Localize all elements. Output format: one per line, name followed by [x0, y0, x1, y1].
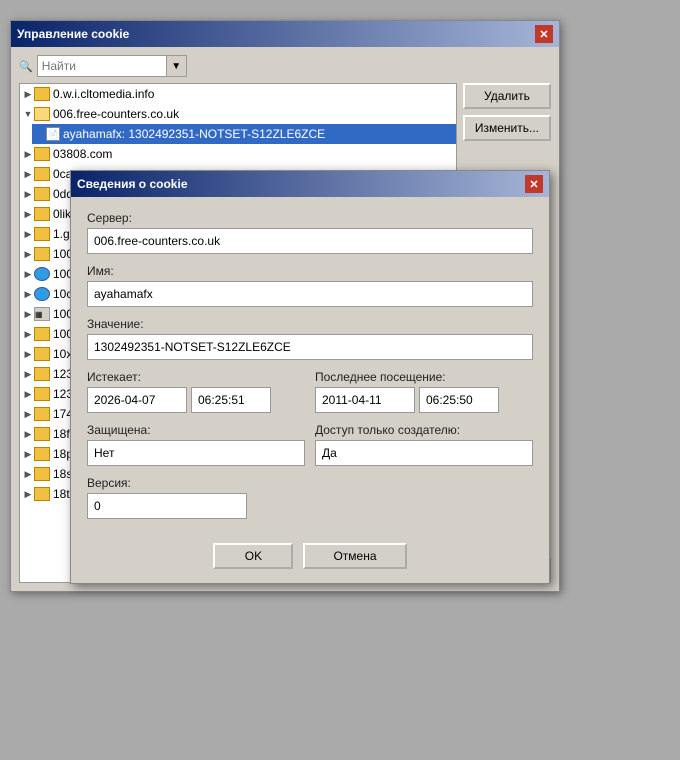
- expand-arrow: ▶: [22, 389, 34, 400]
- tree-item-label: 18f: [53, 427, 70, 441]
- folder-open-icon: [34, 107, 50, 121]
- main-close-button[interactable]: ✕: [535, 25, 553, 43]
- value-input[interactable]: [87, 334, 533, 360]
- tree-item-label: 18t: [53, 487, 70, 501]
- lastvisit-label: Последнее посещение:: [315, 370, 533, 384]
- folder-icon: [34, 327, 50, 341]
- expand-arrow: ▶: [22, 149, 34, 160]
- sub-title-bar: Сведения о cookie ✕: [71, 171, 549, 197]
- expand-arrow: ▼: [22, 109, 34, 119]
- expand-arrow: ▶: [22, 89, 34, 100]
- sub-dialog: Сведения о cookie ✕ Сервер: Имя: Значени…: [70, 170, 550, 584]
- folder-icon: [34, 407, 50, 421]
- tree-item[interactable]: ▶ 0.w.i.cltomedia.info: [20, 84, 456, 104]
- expand-arrow: ▶: [22, 269, 34, 280]
- lastvisit-time-input[interactable]: [419, 387, 499, 413]
- folder-icon: [34, 87, 50, 101]
- folder-icon: [34, 187, 50, 201]
- tree-item-label: ayahamafx: 1302492351-NOTSET-S12ZLE6ZCE: [63, 127, 325, 141]
- folder-icon: [34, 467, 50, 481]
- protected-input[interactable]: [87, 440, 305, 466]
- expand-arrow: ▶: [22, 309, 34, 320]
- expand-arrow: ▶: [22, 469, 34, 480]
- folder-icon: [34, 367, 50, 381]
- tree-item[interactable]: ▼ 006.free-counters.co.uk: [20, 104, 456, 124]
- expand-arrow: ▶: [22, 189, 34, 200]
- expand-arrow: ▶: [22, 249, 34, 260]
- value-label: Значение:: [87, 317, 533, 331]
- expand-arrow: ▶: [22, 349, 34, 360]
- protected-creator-row: Защищена: Доступ только создателю:: [87, 423, 533, 466]
- expires-label: Истекает:: [87, 370, 305, 384]
- globe-icon: 🌐: [34, 287, 50, 301]
- expires-date-input[interactable]: [87, 387, 187, 413]
- version-field-group: Версия:: [87, 476, 533, 519]
- folder-icon: [34, 447, 50, 461]
- folder-icon: [34, 387, 50, 401]
- folder-icon: [34, 147, 50, 161]
- name-input[interactable]: [87, 281, 533, 307]
- server-field-group: Сервер:: [87, 211, 533, 254]
- sub-dialog-title: Сведения о cookie: [77, 177, 188, 191]
- expand-arrow: ▶: [22, 229, 34, 240]
- expires-group: Истекает:: [87, 370, 305, 413]
- tree-item[interactable]: ▶ 03808.com: [20, 144, 456, 164]
- name-field-group: Имя:: [87, 264, 533, 307]
- folder-icon: [34, 207, 50, 221]
- expand-arrow: ▶: [22, 429, 34, 440]
- lastvisit-group: Последнее посещение:: [315, 370, 533, 413]
- search-input[interactable]: [37, 55, 167, 77]
- creator-only-input[interactable]: [315, 440, 533, 466]
- edit-button[interactable]: Изменить...: [463, 115, 551, 141]
- creator-only-group: Доступ только создателю:: [315, 423, 533, 466]
- sub-dialog-content: Сервер: Имя: Значение: Истекает: Последн…: [71, 197, 549, 533]
- tree-item-label: 03808.com: [53, 147, 112, 161]
- expires-time-input[interactable]: [191, 387, 271, 413]
- expand-arrow: ▶: [22, 209, 34, 220]
- tree-item-label: 006.free-counters.co.uk: [53, 107, 179, 121]
- cancel-button[interactable]: Отмена: [303, 543, 406, 569]
- server-input[interactable]: [87, 228, 533, 254]
- tree-item-selected[interactable]: 📄 ayahamafx: 1302492351-NOTSET-S12ZLE6ZC…: [32, 124, 456, 144]
- folder-icon: [34, 247, 50, 261]
- tree-item-label: 0lik: [53, 207, 71, 221]
- expand-arrow: ▶: [22, 289, 34, 300]
- creator-only-label: Доступ только создателю:: [315, 423, 533, 437]
- protected-label: Защищена:: [87, 423, 305, 437]
- sub-dialog-buttons: OK Отмена: [71, 533, 549, 583]
- folder-icon: [34, 427, 50, 441]
- globe-icon: 🌐: [34, 267, 50, 281]
- expand-arrow: ▶: [22, 449, 34, 460]
- search-bar: 🔍 ▼: [19, 55, 551, 77]
- expires-lastvisit-row: Истекает: Последнее посещение:: [87, 370, 533, 413]
- grid-folder-icon: ▦: [34, 307, 50, 321]
- tree-item-label: 0.w.i.cltomedia.info: [53, 87, 154, 101]
- expand-arrow: ▶: [22, 329, 34, 340]
- main-title-bar: Управление cookie ✕: [11, 21, 559, 47]
- expand-arrow: ▶: [22, 489, 34, 500]
- value-field-group: Значение:: [87, 317, 533, 360]
- search-icon: 🔍: [19, 60, 33, 73]
- lastvisit-date-input[interactable]: [315, 387, 415, 413]
- main-dialog-title: Управление cookie: [17, 27, 129, 41]
- ok-button[interactable]: OK: [213, 543, 293, 569]
- delete-button[interactable]: Удалить: [463, 83, 551, 109]
- version-input[interactable]: [87, 493, 247, 519]
- folder-icon: [34, 167, 50, 181]
- folder-icon: [34, 487, 50, 501]
- protected-group: Защищена:: [87, 423, 305, 466]
- tree-item-label: 1.g: [53, 227, 70, 241]
- search-dropdown-button[interactable]: ▼: [167, 55, 187, 77]
- server-label: Сервер:: [87, 211, 533, 225]
- version-label: Версия:: [87, 476, 533, 490]
- expand-arrow: ▶: [22, 409, 34, 420]
- expand-arrow: ▶: [22, 369, 34, 380]
- folder-icon: [34, 227, 50, 241]
- sub-close-button[interactable]: ✕: [525, 175, 543, 193]
- expand-arrow: ▶: [22, 169, 34, 180]
- folder-icon: [34, 347, 50, 361]
- file-icon: 📄: [46, 127, 60, 141]
- name-label: Имя:: [87, 264, 533, 278]
